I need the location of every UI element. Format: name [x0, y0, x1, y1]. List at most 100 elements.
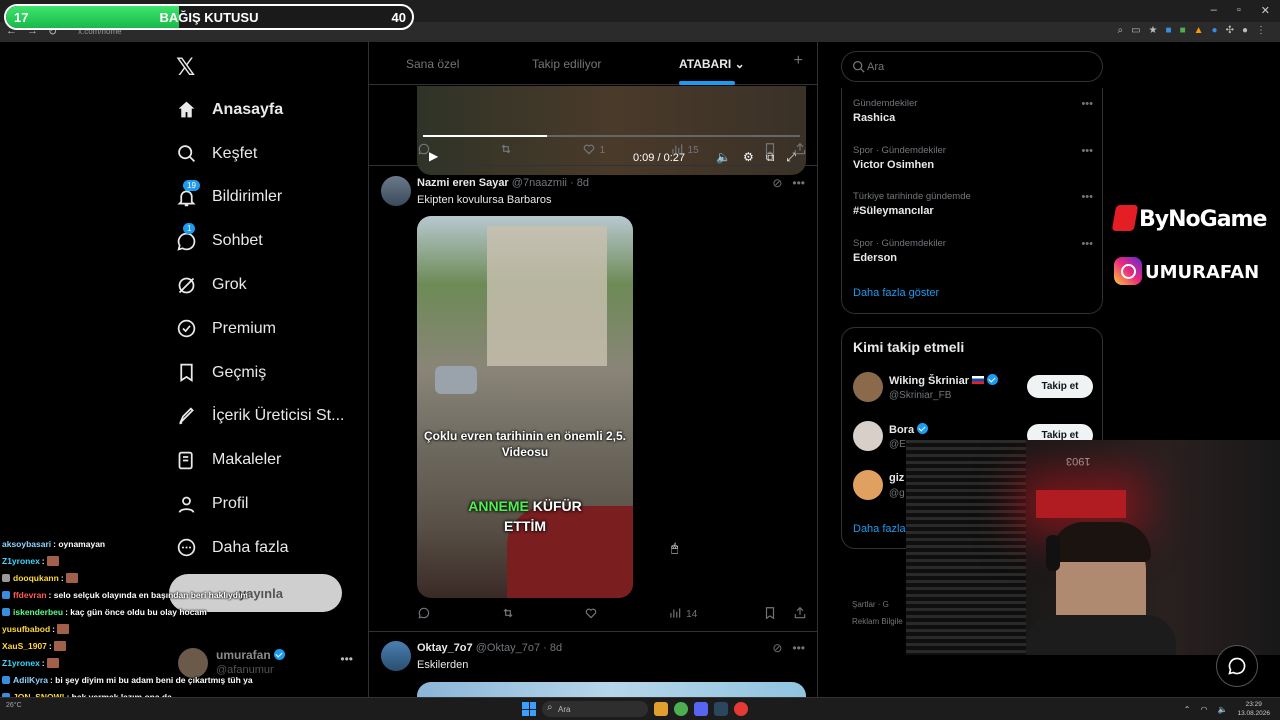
trend-item[interactable]: Türkiye tarihinde gündemde #Süleymancılar… — [853, 191, 1093, 217]
folder-icon[interactable] — [654, 702, 668, 716]
avatar-icon[interactable]: ● — [1242, 25, 1248, 36]
extension-icon[interactable]: ■ — [1180, 25, 1186, 36]
extension-icon[interactable]: ▲ — [1194, 25, 1204, 36]
taskbar-search[interactable]: Ara — [542, 701, 648, 717]
avatar[interactable] — [381, 641, 411, 671]
home-icon — [175, 99, 197, 121]
minimize-button[interactable]: – — [1211, 4, 1217, 17]
more-dots-icon[interactable]: ••• — [792, 641, 805, 655]
trend-item[interactable]: Spor · Gündemdekiler Ederson ••• — [853, 238, 1093, 264]
tweet-actions: 1 15 — [417, 142, 807, 158]
steam-icon[interactable] — [714, 702, 728, 716]
puzzle-icon[interactable]: ✣ — [1226, 25, 1234, 36]
messages-button[interactable] — [1216, 645, 1258, 687]
sidebar-item-profile[interactable]: Profil — [175, 482, 365, 526]
video-caption-highlight: ANNEME KÜFÜR ETTİM — [417, 496, 633, 536]
clock[interactable]: 23:29 13.08.2026 — [1237, 700, 1270, 718]
wifi-icon[interactable]: ◠ — [1201, 705, 1208, 714]
share-button[interactable] — [793, 606, 807, 622]
reply-button[interactable] — [417, 606, 435, 622]
add-tab-icon[interactable]: + — [794, 52, 803, 70]
suggestion-name: Bora — [889, 423, 929, 436]
sidebar-item-history[interactable]: Geçmiş — [175, 351, 365, 395]
grok-icon[interactable]: ⊘ — [772, 176, 782, 190]
views-button[interactable]: 14 — [668, 606, 697, 622]
person-icon — [175, 493, 197, 515]
zoom-icon[interactable]: ⌕ — [1117, 25, 1123, 36]
tab-for-you[interactable]: Sana özel — [406, 57, 459, 71]
reply-icon — [417, 606, 431, 623]
more-dots-icon[interactable]: ••• — [1081, 98, 1093, 110]
extension-icon[interactable]: ● — [1212, 25, 1218, 36]
close-window-button[interactable]: ✕ — [1261, 4, 1270, 17]
tweet-video[interactable]: Çoklu evren tarihinin en önemli 2,5. Vid… — [417, 216, 633, 598]
sidebar-item-grok[interactable]: Grok — [175, 263, 365, 307]
more-dots-icon[interactable]: ••• — [1081, 191, 1093, 203]
tab-following[interactable]: Takip ediliyor — [532, 57, 601, 71]
follow-suggestion[interactable]: Wiking Škriniar @Skriniar_FB Takip et — [853, 372, 1093, 408]
more-dots-icon[interactable]: ••• — [340, 652, 353, 666]
cast-icon[interactable]: ▭ — [1131, 25, 1140, 36]
search-input[interactable]: Ara — [841, 51, 1103, 82]
maximize-button[interactable]: ▫ — [1237, 4, 1241, 17]
star-icon[interactable]: ★ — [1149, 25, 1158, 36]
show-more-link[interactable]: Daha fazla göster — [853, 287, 939, 299]
repost-button[interactable] — [501, 606, 519, 622]
tweet-author[interactable]: Nazmi eren Sayar — [417, 177, 509, 189]
tweet-menu: ⊘ ••• — [772, 176, 805, 190]
video-car — [435, 366, 477, 394]
share-button[interactable] — [793, 142, 807, 158]
extension-icon[interactable]: ■ — [1166, 25, 1172, 36]
chat-username: yusufbabod — [2, 623, 51, 634]
sidebar-item-home[interactable]: Anasayfa — [175, 88, 365, 132]
webcam-red-light — [1036, 490, 1126, 518]
tray-chevron-icon[interactable]: ⌃ — [1184, 705, 1191, 714]
tweet-author[interactable]: Oktay_7o7 — [417, 642, 473, 654]
trend-item[interactable]: Spor · Gündemdekiler Victor Osimhen ••• — [853, 145, 1093, 171]
avatar[interactable] — [381, 176, 411, 206]
video-player[interactable]: ▶ 0:09 / 0:27 🔈 ⚙ ⧉ ⤢ — [417, 86, 806, 175]
sidebar-item-creator[interactable]: İçerik Üreticisi St... — [175, 395, 365, 439]
bookmark-button[interactable] — [763, 606, 777, 622]
follow-button[interactable]: Takip et — [1027, 375, 1093, 398]
video-progress-bar[interactable] — [423, 135, 800, 137]
repost-button[interactable] — [499, 142, 517, 158]
more-dots-icon[interactable]: ••• — [792, 176, 805, 190]
more-dots-icon[interactable]: ••• — [1081, 238, 1093, 250]
tweet-handle[interactable]: @7naazmii · 8d — [512, 177, 589, 189]
sidebar-item-notifications[interactable]: 19 Bildirimler — [175, 176, 365, 220]
sidebar-item-articles[interactable]: Makaleler — [175, 438, 365, 482]
trend-meta: Türkiye tarihinde gündemde — [853, 191, 971, 202]
discord-icon[interactable] — [694, 702, 708, 716]
tab-atabari[interactable]: ATABARI ⌄ — [679, 57, 745, 71]
tweet-text: Ekipten kovulursa Barbaros — [417, 194, 552, 206]
obs-icon[interactable] — [734, 702, 748, 716]
avatar[interactable] — [853, 421, 883, 451]
sidebar-item-premium[interactable]: Premium — [175, 307, 365, 351]
footer-line[interactable]: Reklam Bilgile — [852, 613, 903, 630]
footer-line[interactable]: Şartlar · G — [852, 596, 903, 613]
windows-start-icon[interactable] — [522, 702, 536, 716]
like-button[interactable] — [584, 606, 602, 622]
sidebar-item-label: Profil — [212, 495, 249, 513]
more-dots-icon[interactable]: ••• — [1081, 145, 1093, 157]
trend-item[interactable]: Gündemdekiler Rashica ••• — [853, 98, 1093, 124]
webcam-blinds — [906, 440, 1026, 655]
tweet-media[interactable] — [417, 682, 806, 697]
sidebar-item-explore[interactable]: Keşfet — [175, 132, 365, 176]
views-button[interactable]: 15 — [670, 142, 699, 158]
weather-widget[interactable]: 26°C — [6, 702, 22, 709]
like-button[interactable]: 1 — [582, 142, 605, 158]
reply-button[interactable] — [417, 142, 435, 158]
x-logo[interactable]: 𝕏 — [176, 53, 195, 81]
chrome-icon[interactable] — [674, 702, 688, 716]
bookmark-button[interactable] — [763, 142, 777, 158]
menu-icon[interactable]: ⋮ — [1256, 25, 1266, 36]
volume-icon[interactable]: 🔈 — [1217, 705, 1227, 714]
grok-icon[interactable]: ⊘ — [772, 641, 782, 655]
tweet-handle[interactable]: @Oktay_7o7 · 8d — [476, 642, 562, 654]
avatar[interactable] — [853, 470, 883, 500]
avatar[interactable] — [853, 372, 883, 402]
show-more-link[interactable]: Daha fazla — [853, 523, 906, 535]
sidebar-item-chat[interactable]: 1 Sohbet — [175, 219, 365, 263]
